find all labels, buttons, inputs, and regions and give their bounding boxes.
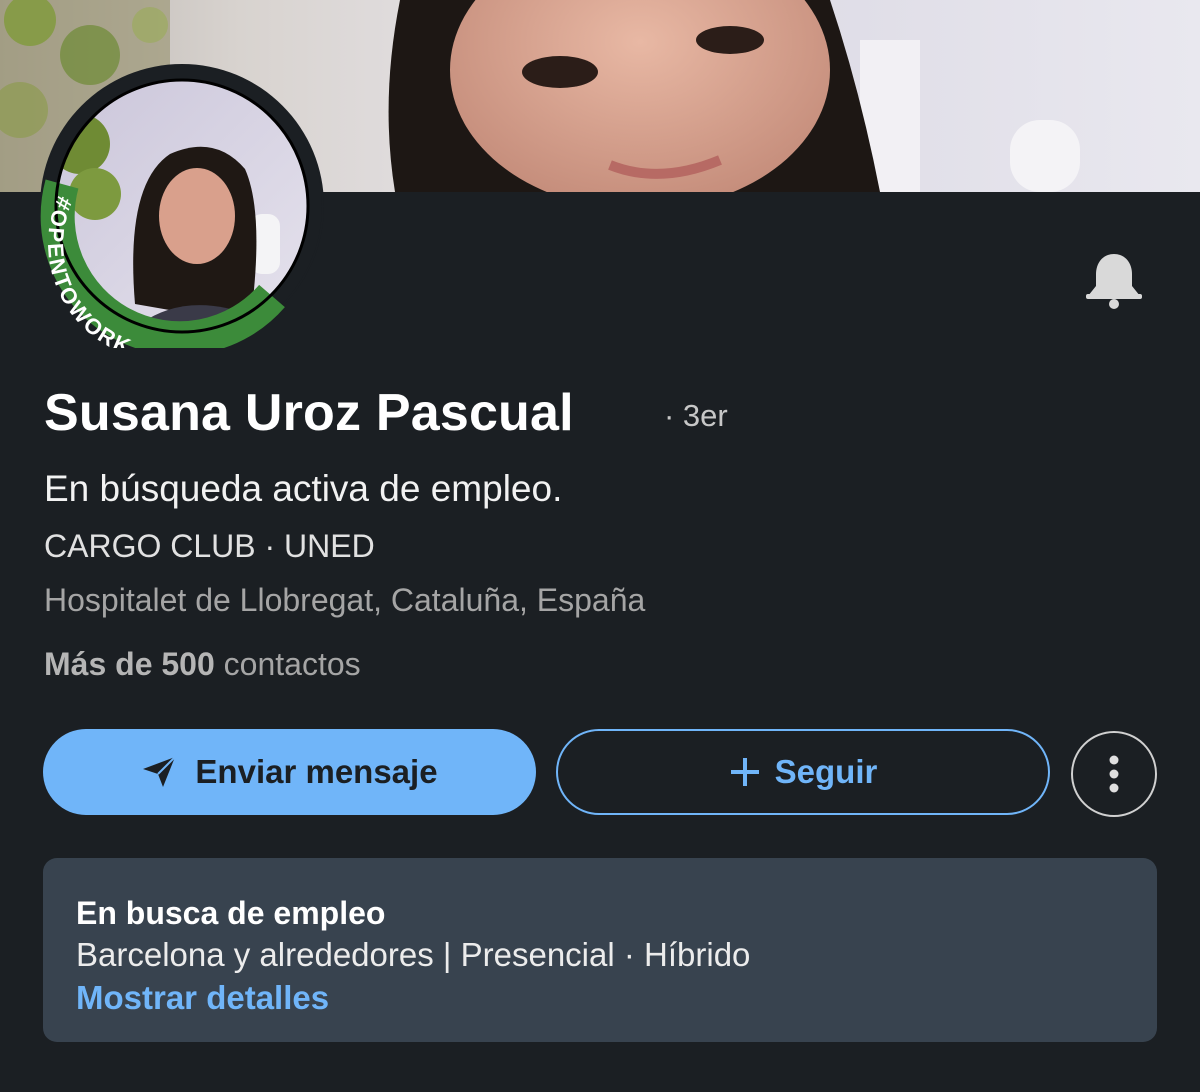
send-message-button[interactable]: Enviar mensaje [43, 729, 536, 815]
more-options-button[interactable] [1071, 731, 1157, 817]
follow-label: Seguir [774, 753, 878, 790]
connections-count: Más de 500 [44, 646, 215, 682]
profile-location: Hospitalet de Llobregat, Cataluña, Españ… [44, 582, 646, 618]
follow-button[interactable]: Seguir [556, 729, 1050, 815]
profile-avatar[interactable]: #OPENTOWORK [40, 64, 324, 348]
profile-company[interactable]: CARGO CLUB · UNED [44, 528, 375, 565]
profile-name: Susana Uroz Pascual [44, 384, 574, 442]
connections-label: contactos [223, 646, 361, 682]
connection-degree: · 3er [664, 398, 728, 433]
profile-headline: En búsqueda activa de empleo. [44, 468, 563, 509]
plus-icon [730, 758, 759, 786]
more-vertical-icon [1109, 755, 1119, 793]
send-message-label: Enviar mensaje [195, 753, 438, 790]
profile-connections[interactable]: Más de 500 contactos [44, 646, 361, 683]
open-to-work-card: En busca de empleo Barcelona y alrededor… [43, 858, 1157, 1042]
bell-icon[interactable] [1082, 248, 1146, 312]
send-icon [143, 756, 177, 787]
show-details-link[interactable]: Mostrar detalles [76, 979, 329, 1017]
open-to-work-title: En busca de empleo [76, 895, 386, 931]
open-to-work-detail: Barcelona y alrededores | Presencial · H… [76, 936, 751, 973]
